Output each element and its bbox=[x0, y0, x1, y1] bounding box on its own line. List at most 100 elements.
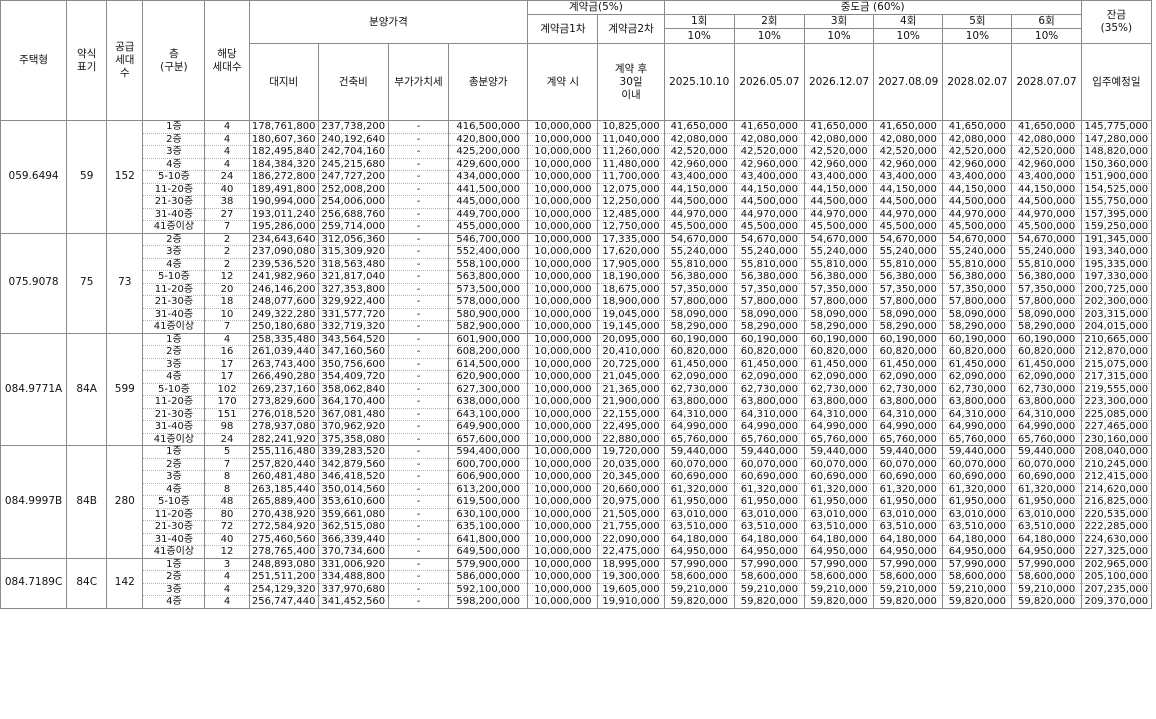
middle-2-cell: 60,690,000 bbox=[733, 470, 805, 484]
balance-cell: 222,285,000 bbox=[1080, 520, 1153, 534]
middle-4-cell: 58,290,000 bbox=[873, 320, 944, 334]
table-row: 5-10층 24 186,272,800 247,727,200-434,000,00… bbox=[1, 170, 1153, 184]
land-cost-cell: 260,481,480 bbox=[248, 470, 319, 484]
deposit-1-cell: 10,000,000 bbox=[527, 407, 599, 421]
building-cost-cell: 354,409,720 bbox=[317, 370, 389, 384]
header-units: 해당 세대수 bbox=[204, 0, 250, 121]
units-cell: 24 bbox=[204, 170, 250, 184]
middle-2-cell: 64,950,000 bbox=[733, 545, 805, 559]
units-cell: 4 bbox=[204, 145, 250, 159]
total-price-cell: 558,100,000 bbox=[448, 257, 529, 271]
middle-4-cell: 60,070,000 bbox=[873, 457, 944, 471]
middle-1-cell: 45,500,000 bbox=[663, 220, 735, 234]
middle-6-cell: 42,960,000 bbox=[1011, 157, 1082, 171]
floor-cell: 21-30층 bbox=[142, 195, 206, 209]
units-cell: 18 bbox=[204, 295, 250, 309]
units-cell: 8 bbox=[204, 482, 250, 496]
balance-cell: 154,525,000 bbox=[1080, 182, 1153, 196]
units-cell: 27 bbox=[204, 207, 250, 221]
building-cost-cell: 331,006,920 bbox=[317, 557, 389, 571]
units-cell: 2 bbox=[204, 245, 250, 259]
balance-cell: 210,665,000 bbox=[1080, 332, 1153, 346]
middle-6-cell: 44,970,000 bbox=[1011, 207, 1082, 221]
units-cell: 72 bbox=[204, 520, 250, 534]
middle-2-cell: 58,600,000 bbox=[733, 570, 805, 584]
building-cost-cell: 334,488,800 bbox=[317, 570, 389, 584]
units-cell: 4 bbox=[204, 120, 250, 134]
middle-2-cell: 59,440,000 bbox=[733, 445, 805, 459]
floor-cell: 2층 bbox=[142, 570, 206, 584]
land-cost-cell: 261,039,440 bbox=[248, 345, 319, 359]
table-row: 41층이상 7 195,286,000 259,714,000-455,000,000… bbox=[1, 220, 1153, 234]
vat-cell: - bbox=[387, 395, 450, 409]
table-row: 4층 17 266,490,280 354,409,720-620,900,000 10… bbox=[1, 370, 1153, 384]
middle-2-cell: 54,670,000 bbox=[733, 232, 805, 246]
building-cost-cell: 370,962,920 bbox=[317, 420, 389, 434]
vat-cell: - bbox=[387, 545, 450, 559]
header-middle-group: 중도금 (60%) bbox=[663, 0, 1082, 15]
middle-3-cell: 60,190,000 bbox=[803, 332, 875, 346]
building-cost-cell: 256,688,760 bbox=[317, 207, 389, 221]
land-cost-cell: 256,747,440 bbox=[248, 595, 319, 609]
balance-cell: 230,160,000 bbox=[1080, 432, 1153, 446]
balance-cell: 227,325,000 bbox=[1080, 545, 1153, 559]
middle-3-cell: 64,180,000 bbox=[803, 532, 875, 546]
deposit-2-cell: 18,675,000 bbox=[597, 282, 665, 296]
middle-5-cell: 54,670,000 bbox=[942, 232, 1013, 246]
middle-3-cell: 44,500,000 bbox=[803, 195, 875, 209]
deposit-1-cell: 10,000,000 bbox=[527, 445, 599, 459]
header-middle-date: 2025.10.10 bbox=[663, 43, 735, 121]
middle-5-cell: 44,150,000 bbox=[942, 182, 1013, 196]
middle-4-cell: 58,600,000 bbox=[873, 570, 944, 584]
middle-4-cell: 62,090,000 bbox=[873, 370, 944, 384]
header-abbr: 약식 표기 bbox=[66, 0, 108, 121]
middle-1-cell: 60,690,000 bbox=[663, 470, 735, 484]
units-cell: 4 bbox=[204, 332, 250, 346]
balance-cell: 210,245,000 bbox=[1080, 457, 1153, 471]
middle-6-cell: 54,670,000 bbox=[1011, 232, 1082, 246]
land-cost-cell: 189,491,800 bbox=[248, 182, 319, 196]
deposit-1-cell: 10,000,000 bbox=[527, 245, 599, 259]
middle-6-cell: 64,180,000 bbox=[1011, 532, 1082, 546]
deposit-2-cell: 17,335,000 bbox=[597, 232, 665, 246]
deposit-1-cell: 10,000,000 bbox=[527, 457, 599, 471]
units-cell: 98 bbox=[204, 420, 250, 434]
middle-1-cell: 62,090,000 bbox=[663, 370, 735, 384]
housing-type-cell: 084.9997B bbox=[0, 445, 68, 559]
deposit-2-cell: 19,605,000 bbox=[597, 582, 665, 596]
deposit-2-cell: 17,905,000 bbox=[597, 257, 665, 271]
floor-cell: 1층 bbox=[142, 120, 206, 134]
floor-cell: 3층 bbox=[142, 145, 206, 159]
middle-4-cell: 43,400,000 bbox=[873, 170, 944, 184]
middle-6-cell: 64,310,000 bbox=[1011, 407, 1082, 421]
table-row: 31-40층 27 193,011,240 256,688,760-449,700,0… bbox=[1, 207, 1153, 221]
middle-1-cell: 57,990,000 bbox=[663, 557, 735, 571]
middle-1-cell: 63,510,000 bbox=[663, 520, 735, 534]
middle-5-cell: 60,070,000 bbox=[942, 457, 1013, 471]
land-cost-cell: 195,286,000 bbox=[248, 220, 319, 234]
table-row: 2층 7 257,820,440 342,879,560-600,700,000 10,… bbox=[1, 457, 1153, 471]
middle-3-cell: 44,150,000 bbox=[803, 182, 875, 196]
middle-3-cell: 58,290,000 bbox=[803, 320, 875, 334]
units-cell: 4 bbox=[204, 157, 250, 171]
vat-cell: - bbox=[387, 507, 450, 521]
total-price-cell: 601,900,000 bbox=[448, 332, 529, 346]
middle-4-cell: 65,760,000 bbox=[873, 432, 944, 446]
table-row: 31-40층 98 278,937,080 370,962,920-649,900,0… bbox=[1, 420, 1153, 434]
total-price-cell: 563,800,000 bbox=[448, 270, 529, 284]
middle-4-cell: 60,190,000 bbox=[873, 332, 944, 346]
table-row: 21-30층 72 272,584,920 362,515,080-635,100,0… bbox=[1, 520, 1153, 534]
header-middle-round: 3회 bbox=[803, 14, 875, 29]
floor-cell: 5-10층 bbox=[142, 270, 206, 284]
table-row: 3층 2 237,090,080 315,309,920-552,400,000 10,… bbox=[1, 245, 1153, 259]
deposit-2-cell: 22,880,000 bbox=[597, 432, 665, 446]
balance-cell: 204,015,000 bbox=[1080, 320, 1153, 334]
balance-cell: 157,395,000 bbox=[1080, 207, 1153, 221]
balance-cell: 193,340,000 bbox=[1080, 245, 1153, 259]
deposit-2-cell: 17,620,000 bbox=[597, 245, 665, 259]
middle-3-cell: 55,810,000 bbox=[803, 257, 875, 271]
units-cell: 40 bbox=[204, 182, 250, 196]
balance-cell: 214,620,000 bbox=[1080, 482, 1153, 496]
land-cost-cell: 270,438,920 bbox=[248, 507, 319, 521]
total-price-cell: 630,100,000 bbox=[448, 507, 529, 521]
